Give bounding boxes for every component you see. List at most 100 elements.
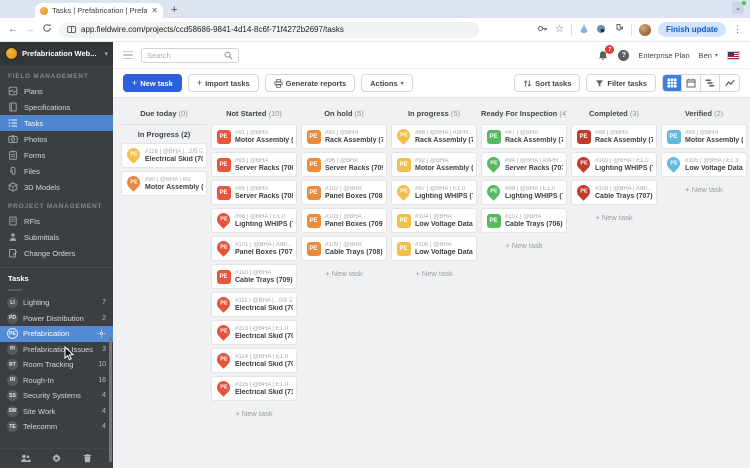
import-tasks-button[interactable]: + Import tasks <box>187 74 259 92</box>
menu-toggle-icon[interactable] <box>123 50 133 60</box>
task-category-prefabrication[interactable]: PE Prefabrication <box>0 326 113 342</box>
search-input[interactable] <box>147 50 220 60</box>
sidebar-item-specifications[interactable]: Specifications <box>0 99 113 115</box>
url-field[interactable]: app.fieldwire.com/projects/ccd58686-9841… <box>59 21 479 38</box>
sidebar-item-files[interactable]: Files <box>0 163 113 179</box>
reload-icon[interactable] <box>42 23 52 36</box>
password-key-icon[interactable] <box>537 21 548 39</box>
task-card[interactable]: PE #111 | @BHA |...0/9 ☑ Electrical Skid (… <box>211 292 297 317</box>
category-gear-icon[interactable] <box>97 329 106 338</box>
back-icon[interactable]: ← <box>8 24 18 35</box>
search-box[interactable] <box>141 47 239 63</box>
generate-reports-button[interactable]: Generate reports <box>264 74 356 92</box>
forward-icon[interactable]: → <box>25 24 35 35</box>
task-card[interactable]: PE#87 | @BHARack Assembly (70... <box>481 124 567 149</box>
task-card[interactable]: PE#114 | @BHA | E1.0Electrical Skid (709… <box>211 348 297 373</box>
task-card[interactable]: PE #92 | @BHA Motor Assembly (... <box>391 152 477 177</box>
task-card[interactable]: PE#113 | @BHA | E1.0Electrical Skid (708… <box>211 320 297 345</box>
calendar-view-button[interactable] <box>682 75 701 91</box>
new-tab-button[interactable]: + <box>171 5 177 16</box>
filter-tasks-button[interactable]: Filter tasks <box>586 74 656 92</box>
task-card[interactable]: PE #103 | @BHA Panel Boxes (709) <box>301 208 387 233</box>
task-category-prefabrication-issues[interactable]: PI Prefabrication Issues 3 <box>0 342 113 358</box>
window-chevron-icon[interactable]: ⌄ <box>732 1 746 14</box>
sidebar-item-tasks[interactable]: Tasks <box>0 115 113 131</box>
actions-button[interactable]: Actions ▾ <box>361 74 413 92</box>
task-card[interactable]: PE #90 | @BHA | M2 Motor Assembly (... <box>121 171 207 196</box>
extension-lighthouse-icon[interactable] <box>579 21 589 39</box>
trash-icon[interactable] <box>82 453 93 464</box>
task-card[interactable]: PE #93 | @BHA Server Racks (706) <box>211 152 297 177</box>
gantt-view-button[interactable] <box>701 75 720 91</box>
category-initials-badge: RT <box>7 359 18 371</box>
sidebar-item-change-orders[interactable]: Change Orders <box>0 245 113 261</box>
task-card[interactable]: PE #91 | @BHA Motor Assembly (... <box>211 124 297 149</box>
task-category-rough-in[interactable]: RI Rough-In 16 <box>0 373 113 389</box>
task-card[interactable]: PE #109 | @BHA Cable Trays (708) <box>301 236 387 261</box>
sidebar-item-rfis[interactable]: RFIs <box>0 213 113 229</box>
task-card[interactable]: PE#106 | @BHALow Voltage Data ... <box>391 236 477 261</box>
sidebar-item-photos[interactable]: Photos <box>0 131 113 147</box>
task-card[interactable]: PE#100 | @BHA | E1.0Lighting WHIPS (7... <box>571 152 657 177</box>
task-card[interactable]: PE #102 | @BHA Panel Boxes (708) <box>301 180 387 205</box>
task-card[interactable]: PE #116 | @BHA |...2/5 ☑ Electrical Skid (… <box>121 143 207 168</box>
chrome-profile-avatar[interactable] <box>639 23 651 36</box>
sidebar-item-3d-models[interactable]: 3D Models <box>0 179 113 195</box>
task-card[interactable]: PE#88 | @BHARack Assembly (70... <box>571 124 657 149</box>
new-task-link[interactable]: + New task <box>661 180 747 199</box>
people-icon[interactable] <box>20 453 31 464</box>
new-task-link[interactable]: + New task <box>301 264 387 283</box>
browser-tab[interactable]: Tasks | Prefabrication | Prefab... ✕ <box>35 3 163 18</box>
task-category-power-distribution[interactable]: PD Power Distribution 2 <box>0 311 113 327</box>
sort-tasks-button[interactable]: Sort tasks <box>514 74 581 92</box>
user-menu[interactable]: Ben ▾ <box>699 51 718 60</box>
task-card[interactable]: PE #89 | @BHA Motor Assembly (... <box>661 124 747 149</box>
task-card[interactable]: PE#115 | @BHA | E1.0Electrical Skid (710… <box>211 376 297 401</box>
kanban-view-button[interactable] <box>663 75 682 91</box>
task-card[interactable]: PE #94 | @BHA | A9PR... Server Racks (707) <box>481 152 567 177</box>
site-settings-icon[interactable] <box>67 26 76 33</box>
notifications-bell-icon[interactable]: 7 <box>597 45 615 61</box>
gear-icon[interactable] <box>51 453 62 464</box>
task-card[interactable]: PE#99 | @BHA | E1.0Lighting WHIPS (7... <box>481 180 567 205</box>
new-task-link[interactable]: + New task <box>391 264 477 283</box>
task-card[interactable]: PE #101 | @BHA | A9P... Panel Boxes (707) <box>211 236 297 261</box>
task-category-security-systems[interactable]: SS Security Systems 4 <box>0 388 113 404</box>
task-card-text: #85 | @BHARack Assembly (70... <box>325 130 383 144</box>
project-switcher[interactable]: Prefabrication Web... ▾ <box>0 42 113 65</box>
task-card[interactable]: PE#97 | @BHA | E1.0Lighting WHIPS (7... <box>391 180 477 205</box>
sidebar-scrollbar[interactable] <box>109 337 112 462</box>
task-card[interactable]: PE#85 | @BHARack Assembly (70... <box>301 124 387 149</box>
task-category-site-work[interactable]: SW Site Work 4 <box>0 404 113 420</box>
sidebar-item-plans[interactable]: Plans <box>0 83 113 99</box>
task-card[interactable]: PE #107 | @BHA Cable Trays (706) <box>481 208 567 233</box>
task-category-lighting[interactable]: LI Lighting 7 <box>0 295 113 311</box>
task-card[interactable]: PE#104 | @BHALow Voltage Data ... <box>391 208 477 233</box>
task-card[interactable]: PE #108 | @BHA | A9P... Cable Trays (707) <box>571 180 657 205</box>
task-card[interactable]: PE#98 | @BHA | E1.0Lighting WHIPS (7... <box>211 208 297 233</box>
finish-update-button[interactable]: Finish update <box>658 22 726 37</box>
sidebar-item-submittals[interactable]: Submittals <box>0 229 113 245</box>
new-task-button[interactable]: + New task <box>123 74 182 92</box>
task-card[interactable]: PE#86 | @BHA | A9PR...Rack Assembly (70.… <box>391 124 477 149</box>
task-card[interactable]: PE #96 | @BHA Server Racks (709) <box>301 152 387 177</box>
extensions-puzzle-icon[interactable] <box>613 21 624 39</box>
extension-meter-icon[interactable] <box>596 21 606 39</box>
new-task-link[interactable]: + New task <box>211 404 297 423</box>
help-icon[interactable]: ? <box>618 49 630 61</box>
task-category-room-tracking[interactable]: RT Room Tracking 10 <box>0 357 113 373</box>
task-card[interactable]: PE #95 | @BHA Server Racks (708) <box>211 180 297 205</box>
new-task-link[interactable]: + New task <box>481 236 567 255</box>
bookmark-star-icon[interactable]: ☆ <box>555 24 564 35</box>
task-card[interactable]: PE #110 | @BHA Cable Trays (709) <box>211 264 297 289</box>
chart-view-button[interactable] <box>720 75 739 91</box>
task-category-telecomm[interactable]: TE Telecomm 4 <box>0 419 113 435</box>
new-task-link[interactable]: + New task <box>571 208 657 227</box>
task-card[interactable]: PE#105 | @BHA | E1.3Low Voltage Data ... <box>661 152 747 177</box>
chrome-menu-icon[interactable]: ⋮ <box>733 24 742 35</box>
sidebar-item-forms[interactable]: Forms <box>0 147 113 163</box>
task-title: Cable Trays (706) <box>505 220 563 228</box>
us-flag-icon[interactable] <box>727 50 740 60</box>
sidebar-item-label: Tasks <box>24 118 44 128</box>
tab-close-icon[interactable]: ✕ <box>151 6 158 15</box>
